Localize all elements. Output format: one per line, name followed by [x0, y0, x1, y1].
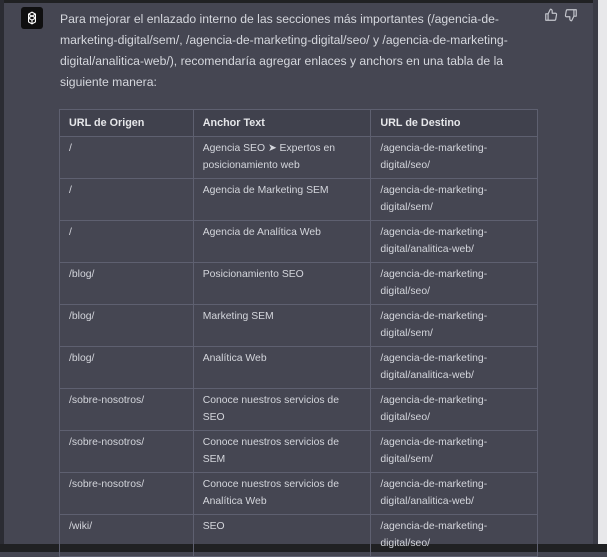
- header-anchor-text: Anchor Text: [192, 109, 372, 137]
- cell-origin-url: /: [59, 136, 194, 179]
- internal-links-table: URL de Origen Anchor Text URL de Destino…: [59, 109, 538, 557]
- cell-destination-url: /agencia-de-marketing-digital/seo/: [370, 514, 538, 557]
- table-row: /wiki/ SEO /agencia-de-marketing-digital…: [59, 514, 538, 557]
- cell-origin-url: /wiki/: [59, 514, 194, 557]
- table-row: /blog/ Posicionamiento SEO /agencia-de-m…: [59, 262, 538, 305]
- table-row: / Agencia SEO ➤ Expertos en posicionamie…: [59, 136, 538, 179]
- cell-destination-url: /agencia-de-marketing-digital/seo/: [370, 262, 538, 305]
- table-row: /blog/ Marketing SEM /agencia-de-marketi…: [59, 304, 538, 347]
- cell-anchor-text: Conoce nuestros servicios de SEM: [192, 430, 372, 473]
- table-row: / Agencia de Marketing SEM /agencia-de-m…: [59, 178, 538, 221]
- cell-anchor-text: Marketing SEM: [192, 304, 372, 347]
- table-row: /sobre-nosotros/ Conoce nuestros servici…: [59, 472, 538, 515]
- cell-origin-url: /: [59, 220, 194, 263]
- cell-destination-url: /agencia-de-marketing-digital/analitica-…: [370, 220, 538, 263]
- cell-destination-url: /agencia-de-marketing-digital/analitica-…: [370, 346, 538, 389]
- window-top-edge: [0, 0, 607, 3]
- table-row: / Agencia de Analítica Web /agencia-de-m…: [59, 220, 538, 263]
- cell-anchor-text: Agencia SEO ➤ Expertos en posicionamient…: [192, 136, 372, 179]
- cell-destination-url: /agencia-de-marketing-digital/seo/: [370, 136, 538, 179]
- cell-destination-url: /agencia-de-marketing-digital/analitica-…: [370, 472, 538, 515]
- thumbs-up-icon: [545, 8, 558, 21]
- cell-destination-url: /agencia-de-marketing-digital/sem/: [370, 178, 538, 221]
- cell-origin-url: /sobre-nosotros/: [59, 430, 194, 473]
- cell-origin-url: /sobre-nosotros/: [59, 388, 194, 431]
- cell-origin-url: /blog/: [59, 262, 194, 305]
- cell-anchor-text: Conoce nuestros servicios de Analítica W…: [192, 472, 372, 515]
- cell-destination-url: /agencia-de-marketing-digital/sem/: [370, 430, 538, 473]
- header-destination-url: URL de Destino: [370, 109, 538, 137]
- cell-anchor-text: Analítica Web: [192, 346, 372, 389]
- cell-anchor-text: Agencia de Analítica Web: [192, 220, 372, 263]
- assistant-message-text: Para mejorar el enlazado interno de las …: [60, 12, 508, 89]
- thumbs-up-button[interactable]: [544, 8, 558, 22]
- cell-origin-url: /blog/: [59, 304, 194, 347]
- table-row: /sobre-nosotros/ Conoce nuestros servici…: [59, 388, 538, 431]
- assistant-avatar: [21, 7, 43, 29]
- message-actions: [544, 8, 578, 22]
- cell-destination-url: /agencia-de-marketing-digital/sem/: [370, 304, 538, 347]
- cell-anchor-text: SEO: [192, 514, 372, 557]
- table-row: /blog/ Analítica Web /agencia-de-marketi…: [59, 346, 538, 389]
- table-row: /sobre-nosotros/ Conoce nuestros servici…: [59, 430, 538, 473]
- cell-anchor-text: Posicionamiento SEO: [192, 262, 372, 305]
- cell-destination-url: /agencia-de-marketing-digital/seo/: [370, 388, 538, 431]
- openai-logo-icon: [27, 11, 36, 25]
- table-header-row: URL de Origen Anchor Text URL de Destino: [59, 109, 538, 137]
- window-left-edge: [0, 0, 4, 552]
- cell-origin-url: /: [59, 178, 194, 221]
- thumbs-down-button[interactable]: [564, 8, 578, 22]
- cell-origin-url: /blog/: [59, 346, 194, 389]
- cell-anchor-text: Conoce nuestros servicios de SEO: [192, 388, 372, 431]
- cell-anchor-text: Agencia de Marketing SEM: [192, 178, 372, 221]
- header-origin-url: URL de Origen: [59, 109, 194, 137]
- thumbs-down-icon: [564, 9, 577, 22]
- window-right-edge: [598, 0, 607, 552]
- cell-origin-url: /sobre-nosotros/: [59, 472, 194, 515]
